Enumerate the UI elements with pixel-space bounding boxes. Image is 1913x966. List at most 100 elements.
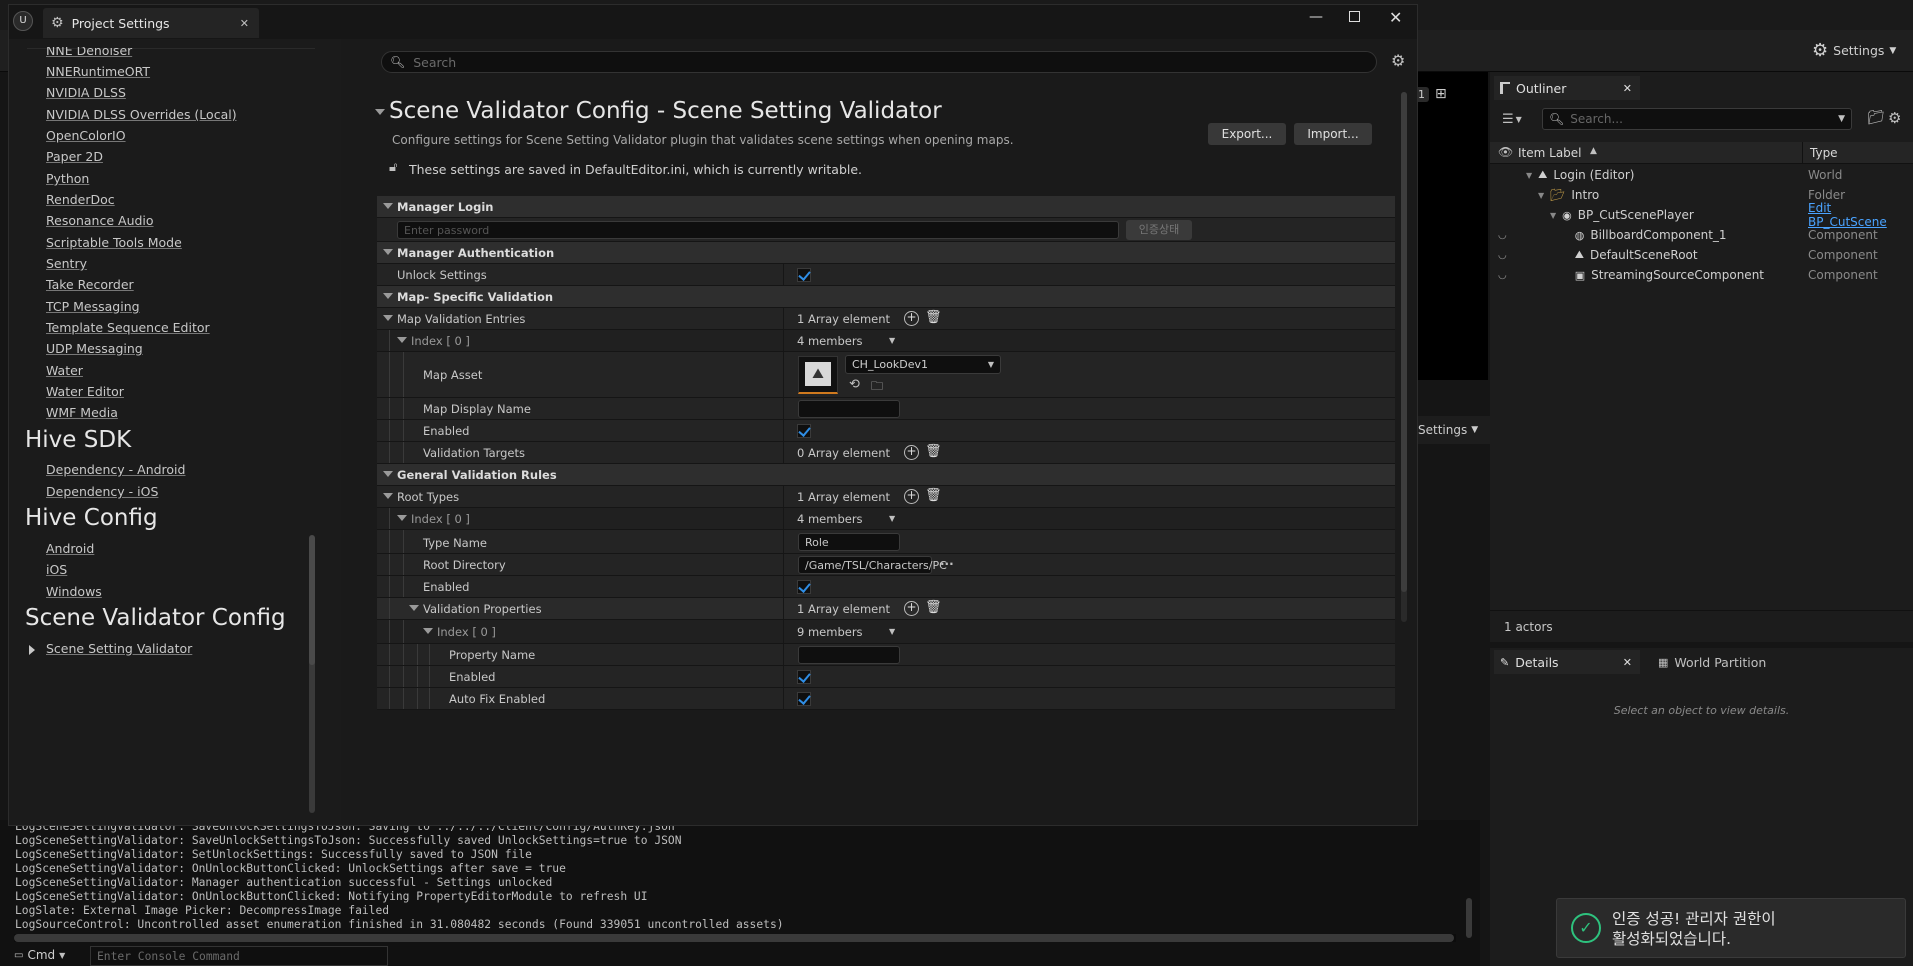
outliner-search-input[interactable]: 🔍︎ Search... ▼ — [1542, 108, 1852, 130]
close-icon[interactable]: ✕ — [1623, 656, 1632, 669]
map-asset-thumbnail[interactable]: ⛰ — [798, 356, 838, 394]
nav-link[interactable]: Water — [46, 363, 83, 378]
nav-link[interactable]: Paper 2D — [46, 149, 103, 164]
collapse-arrow-icon[interactable] — [383, 493, 393, 499]
outliner-row-component[interactable]: ◡ ◍ BillboardComponent_1 Component — [1490, 225, 1913, 245]
column-item-label[interactable]: Item Label — [1518, 146, 1582, 160]
map-display-name-input[interactable] — [798, 400, 900, 418]
more-options-icon[interactable]: ··· — [940, 557, 954, 571]
nav-link[interactable]: OpenColorIO — [46, 128, 126, 143]
column-type[interactable]: Type — [1810, 146, 1838, 160]
collapse-arrow-icon[interactable] — [375, 109, 385, 115]
expand-arrow-icon[interactable] — [29, 645, 35, 655]
nav-link[interactable]: NVIDIA DLSS — [46, 85, 126, 100]
visibility-eye-icon[interactable]: ◡ — [1498, 250, 1507, 261]
cmd-selector[interactable]: ▭ Cmd ▼ — [14, 948, 65, 962]
category-manager-auth[interactable]: Manager Authentication — [377, 242, 1395, 264]
chevron-down-icon[interactable]: ▼ — [889, 514, 895, 523]
trash-icon[interactable]: 🗑︎ — [925, 445, 942, 459]
browse-asset-icon[interactable]: 🗀 — [871, 377, 883, 398]
visibility-eye-icon[interactable]: ◡ — [1498, 230, 1507, 241]
collapse-arrow-icon[interactable] — [409, 605, 419, 611]
collapse-arrow-icon[interactable] — [383, 315, 393, 321]
trash-icon[interactable]: 🗑︎ — [925, 311, 942, 325]
outliner-row-component[interactable]: ◡ ▣ StreamingSourceComponent Component — [1490, 265, 1913, 285]
add-element-icon[interactable]: + — [904, 445, 919, 460]
nav-link[interactable]: iOS — [46, 562, 67, 577]
collapse-arrow-icon[interactable] — [383, 249, 393, 255]
nav-link[interactable]: Template Sequence Editor — [46, 320, 210, 335]
expand-arrow-icon[interactable]: ▼ — [1550, 211, 1556, 220]
nav-link[interactable]: Dependency - iOS — [46, 484, 158, 499]
nav-link[interactable]: WMF Media — [46, 405, 118, 420]
nav-link[interactable]: RenderDoc — [46, 192, 115, 207]
minimize-icon[interactable]: — — [1309, 9, 1323, 25]
chevron-down-icon[interactable]: ▼ — [889, 336, 895, 345]
tab-world-partition[interactable]: ▦ World Partition — [1658, 650, 1766, 674]
trash-icon[interactable]: 🗑︎ — [925, 601, 942, 615]
collapse-arrow-icon[interactable] — [383, 471, 393, 477]
nav-link-scene-setting-validator[interactable]: Scene Setting Validator — [46, 641, 192, 656]
password-input[interactable]: Enter password — [397, 221, 1119, 239]
outliner-row-component[interactable]: ◡ ⛰ DefaultSceneRoot Component — [1490, 245, 1913, 265]
tab-project-settings[interactable]: ⚙ Project Settings ✕ — [43, 8, 259, 38]
console-command-input[interactable]: Enter Console Command — [90, 946, 388, 966]
root-enabled-checkbox[interactable] — [797, 580, 811, 594]
log-vscrollbar[interactable] — [1466, 898, 1472, 938]
add-element-icon[interactable]: + — [904, 311, 919, 326]
tab-outliner[interactable]: Outliner ✕ — [1494, 76, 1640, 100]
collapse-arrow-icon[interactable] — [383, 293, 393, 299]
nav-link[interactable]: Scriptable Tools Mode — [46, 235, 182, 250]
add-folder-icon[interactable]: 📁︎ — [1867, 110, 1885, 126]
visibility-eye-icon[interactable]: ◡ — [1498, 270, 1507, 281]
nav-link[interactable]: Python — [46, 171, 89, 186]
nav-link[interactable]: Dependency - Android — [46, 462, 185, 477]
import-button[interactable]: Import... — [1294, 123, 1372, 145]
map-enabled-checkbox[interactable] — [797, 424, 811, 438]
tab-details[interactable]: ✎ Details ✕ — [1494, 650, 1640, 674]
chevron-down-icon[interactable]: ▼ — [1838, 114, 1845, 124]
collapse-arrow-icon[interactable] — [423, 628, 433, 634]
nav-scrollbar[interactable] — [309, 653, 315, 813]
export-button[interactable]: Export... — [1208, 123, 1286, 145]
add-element-icon[interactable]: + — [904, 601, 919, 616]
collapse-arrow-icon[interactable] — [397, 337, 407, 343]
category-map-specific[interactable]: Map- Specific Validation — [377, 286, 1395, 308]
outliner-row-world[interactable]: ▼ ⛰ Login (Editor) World — [1490, 165, 1913, 185]
expand-arrow-icon[interactable]: ▼ — [1538, 191, 1544, 200]
editor-settings-button[interactable]: ⚙ Settings ▼ — [1812, 40, 1896, 61]
category-manager-login[interactable]: Manager Login — [377, 196, 1395, 218]
gear-icon[interactable]: ⚙ — [1888, 109, 1901, 127]
map-asset-dropdown[interactable]: CH_LookDev1 ▼ — [845, 355, 1001, 374]
chevron-down-icon[interactable]: ▼ — [889, 627, 895, 636]
nav-link[interactable]: TCP Messaging — [46, 299, 140, 314]
nav-scrollbar-thumb[interactable] — [309, 535, 315, 665]
auth-status-button[interactable]: 인증상태 — [1126, 220, 1192, 240]
nav-link[interactable]: Water Editor — [46, 384, 124, 399]
nav-link[interactable]: Sentry — [46, 256, 87, 271]
category-general-rules[interactable]: General Validation Rules — [377, 464, 1395, 486]
maximize-icon[interactable] — [1349, 11, 1360, 22]
use-selected-icon[interactable]: ⟲ — [849, 377, 860, 392]
type-name-input[interactable]: Role — [798, 533, 900, 551]
property-enabled-checkbox[interactable] — [797, 670, 811, 684]
level-viewport[interactable] — [1410, 72, 1488, 380]
nav-link-nne-denoiser[interactable]: NNE Denoiser — [46, 47, 132, 58]
unlock-settings-checkbox[interactable] — [797, 268, 811, 282]
nav-link[interactable]: Windows — [46, 584, 102, 599]
nav-link[interactable]: NVIDIA DLSS Overrides (Local) — [46, 107, 237, 122]
nav-link[interactable]: Take Recorder — [46, 277, 134, 292]
gear-icon[interactable]: ⚙ — [1391, 51, 1405, 70]
nav-link[interactable]: NNERuntimeORT — [46, 64, 150, 79]
property-name-input[interactable] — [798, 646, 900, 664]
close-icon[interactable]: ✕ — [240, 17, 249, 30]
content-scrollbar-thumb[interactable] — [1401, 92, 1407, 592]
collapse-arrow-icon[interactable] — [383, 203, 393, 209]
visibility-eye-icon[interactable]: 👁︎ — [1498, 145, 1513, 159]
nav-link[interactable]: Android — [46, 541, 94, 556]
trash-icon[interactable]: 🗑︎ — [925, 489, 942, 503]
viewport-settings-button[interactable]: Settings ▼ — [1410, 416, 1490, 444]
window-close-icon[interactable]: ✕ — [1389, 8, 1402, 27]
root-directory-input[interactable]: /Game/TSL/Characters/PC — [798, 556, 947, 574]
collapse-arrow-icon[interactable] — [397, 515, 407, 521]
